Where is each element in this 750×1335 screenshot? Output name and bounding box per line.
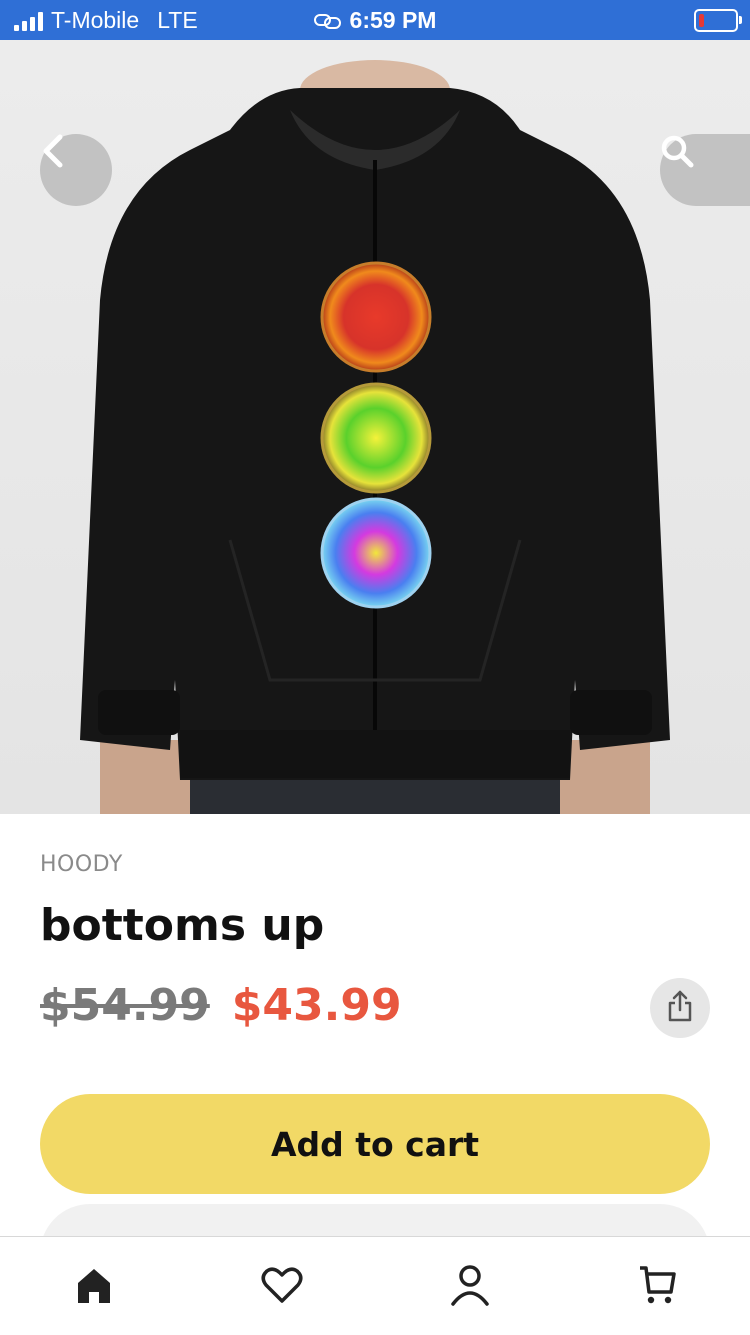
battery-icon [694, 9, 742, 32]
product-title: bottoms up [40, 900, 325, 951]
clock: 6:59 PM [349, 7, 437, 33]
product-category: HOODY [40, 852, 123, 877]
account-icon [450, 1264, 490, 1310]
price-row: $54.99 $43.99 [40, 980, 402, 1031]
tab-cart[interactable] [634, 1263, 682, 1311]
status-center: 6:59 PM [0, 7, 750, 35]
share-icon [666, 989, 694, 1027]
battery-level [699, 14, 704, 27]
hoodie-illustration [80, 60, 670, 814]
link-icon [313, 8, 342, 35]
back-button[interactable] [40, 134, 112, 206]
search-button[interactable] [660, 134, 750, 206]
tab-home[interactable] [70, 1263, 118, 1311]
status-bar: T-Mobile LTE 6:59 PM [0, 0, 750, 40]
product-image[interactable] [0, 40, 750, 814]
original-price: $54.99 [40, 980, 210, 1031]
tab-bar [0, 1236, 750, 1335]
home-icon [74, 1265, 114, 1309]
sale-price: $43.99 [231, 980, 402, 1031]
add-to-cart-button[interactable]: Add to cart [40, 1094, 710, 1194]
heart-icon [261, 1265, 303, 1309]
share-button[interactable] [650, 978, 710, 1038]
tab-favorites[interactable] [258, 1263, 306, 1311]
tab-account[interactable] [446, 1263, 494, 1311]
cart-icon [637, 1264, 679, 1310]
